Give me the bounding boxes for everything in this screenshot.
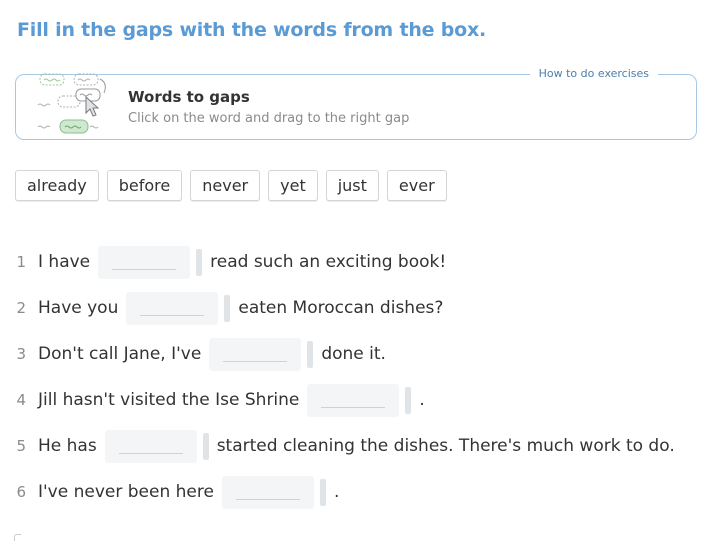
word-chip-before[interactable]: before xyxy=(106,170,183,201)
sentence-text-before: Have you xyxy=(38,298,119,318)
word-bank: already before never yet just ever xyxy=(15,170,447,201)
sentence-number: 4 xyxy=(16,391,26,409)
sentence-number: 5 xyxy=(16,437,26,455)
gap-drag-handle xyxy=(319,478,326,506)
gap-drag-handle xyxy=(307,340,314,368)
instructions-subtext: Click on the word and drag to the right … xyxy=(128,111,410,126)
how-to-do-exercises-link[interactable]: How to do exercises xyxy=(529,67,658,80)
drag-word-illustration-icon xyxy=(37,73,106,134)
sentence-text-after: read such an exciting book! xyxy=(210,252,447,272)
sentence-number: 1 xyxy=(16,253,26,271)
gap-drag-handle xyxy=(196,248,203,276)
word-chip-yet[interactable]: yet xyxy=(268,170,318,201)
answer-gap-2[interactable] xyxy=(126,291,219,325)
sentence-text-after: started cleaning the dishes. There's muc… xyxy=(216,436,675,456)
sentence-text-before: Jill hasn't visited the Ise Shrine xyxy=(38,390,300,410)
word-chip-already[interactable]: already xyxy=(15,170,99,201)
sentence-number: 2 xyxy=(16,299,26,317)
answer-gap-1[interactable] xyxy=(98,245,191,279)
sentence-row: 4 Jill hasn't visited the Ise Shrine . xyxy=(0,377,701,423)
gap-drag-handle xyxy=(405,386,412,414)
sentence-text-before: I've never been here xyxy=(38,482,214,502)
sentence-text-before: Don't call Jane, I've xyxy=(38,344,202,364)
sentence-row: 6 I've never been here . xyxy=(0,469,701,515)
answer-gap-5[interactable] xyxy=(104,429,197,463)
answer-gap-6[interactable] xyxy=(221,475,314,509)
sentence-text-before: He has xyxy=(38,436,97,456)
answer-gap-3[interactable] xyxy=(209,337,302,371)
instructions-panel: How to do exercises Words to gaps Click … xyxy=(15,67,697,140)
sentence-number: 3 xyxy=(16,345,26,363)
sentence-row: 5 He has started cleaning the dishes. Th… xyxy=(0,423,701,469)
sentence-number: 6 xyxy=(16,483,26,501)
sentence-text-after: done it. xyxy=(321,344,386,364)
exercise-title: Fill in the gaps with the words from the… xyxy=(17,19,487,41)
instructions-heading: Words to gaps xyxy=(128,88,250,106)
answer-gap-4[interactable] xyxy=(307,383,400,417)
word-chip-ever[interactable]: ever xyxy=(386,170,447,201)
gap-drag-handle xyxy=(202,432,209,460)
sentence-row: 1 I have read such an exciting book! xyxy=(0,239,701,285)
word-chip-never[interactable]: never xyxy=(190,170,261,201)
word-chip-just[interactable]: just xyxy=(325,170,379,201)
sentence-text-after: . xyxy=(333,482,340,502)
sentence-text-before: I have xyxy=(38,252,91,272)
gap-drag-handle xyxy=(224,294,231,322)
sentence-text-after: eaten Moroccan dishes? xyxy=(238,298,444,318)
sentence-list: 1 I have read such an exciting book! 2 H… xyxy=(0,239,701,515)
sentence-row: 3 Don't call Jane, I've done it. xyxy=(0,331,701,377)
sentence-text-after: . xyxy=(419,390,425,410)
sentence-row: 2 Have you eaten Moroccan dishes? xyxy=(0,285,701,331)
